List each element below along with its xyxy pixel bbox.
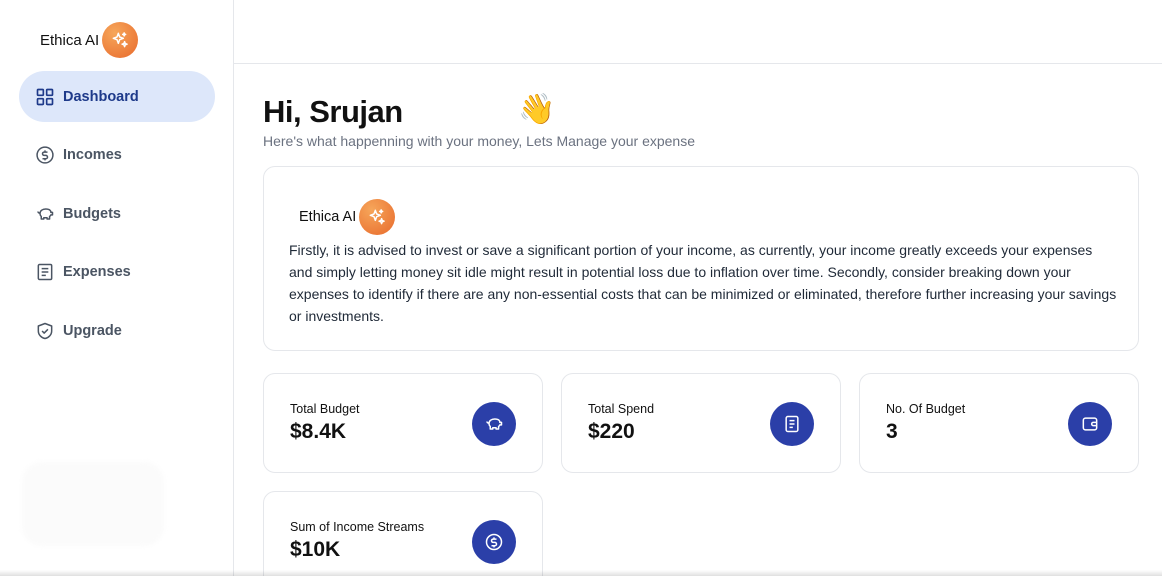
top-header bbox=[234, 0, 1162, 64]
sparkles-icon bbox=[102, 22, 139, 58]
waving-hand-icon: 👋 bbox=[518, 93, 556, 126]
piggy-bank-icon bbox=[472, 402, 516, 446]
sidebar: Ethica AI Dashboard Incomes Budgets Expe… bbox=[0, 0, 234, 576]
advice-title: Ethica AI bbox=[299, 209, 357, 225]
receipt-icon bbox=[770, 402, 814, 446]
sidebar-item-dashboard[interactable]: Dashboard bbox=[19, 71, 215, 122]
stat-card-income-streams: Sum of Income Streams $10K bbox=[263, 491, 543, 576]
window-bottom-edge bbox=[0, 570, 1162, 576]
shield-check-icon bbox=[35, 321, 55, 341]
advice-text: Firstly, it is advised to invest or save… bbox=[289, 242, 1117, 324]
stat-value: $10K bbox=[290, 538, 341, 561]
stat-label: Total Budget bbox=[290, 402, 360, 416]
sidebar-item-label: Expenses bbox=[63, 264, 131, 280]
sidebar-nav: Dashboard Incomes Budgets Expenses Upgra… bbox=[19, 71, 215, 364]
sidebar-item-expenses[interactable]: Expenses bbox=[19, 247, 215, 298]
sparkles-icon bbox=[359, 199, 396, 235]
stat-label: Total Spend bbox=[588, 402, 655, 416]
sidebar-item-budgets[interactable]: Budgets bbox=[19, 188, 215, 239]
sidebar-item-incomes[interactable]: Incomes bbox=[19, 130, 215, 181]
user-profile-card[interactable] bbox=[22, 462, 164, 546]
dashboard-icon bbox=[35, 87, 55, 107]
ai-advice-card: Ethica AI Firstly, it is advised to inve… bbox=[263, 166, 1139, 351]
wallet-icon bbox=[1068, 402, 1112, 446]
stat-card-number-of-budgets: No. Of Budget 3 bbox=[859, 373, 1139, 473]
dollar-circle-icon bbox=[35, 145, 55, 165]
stat-value: $220 bbox=[588, 420, 635, 443]
greeting-subtitle: Here's what happenning with your money, … bbox=[263, 133, 696, 149]
sidebar-item-label: Upgrade bbox=[63, 322, 122, 339]
stat-value: $8.4K bbox=[290, 420, 347, 443]
stat-label: No. Of Budget bbox=[886, 402, 966, 416]
sidebar-item-label: Dashboard bbox=[63, 88, 139, 105]
sidebar-item-upgrade[interactable]: Upgrade bbox=[19, 305, 215, 356]
stat-label: Sum of Income Streams bbox=[290, 520, 425, 534]
piggy-bank-icon bbox=[35, 204, 55, 224]
receipt-icon bbox=[35, 262, 55, 282]
brand-name: Ethica AI bbox=[40, 31, 100, 49]
stat-value: 3 bbox=[886, 420, 898, 443]
greeting-title: Hi, Srujan bbox=[263, 94, 403, 129]
advice-header: Ethica AI bbox=[299, 199, 396, 235]
stat-card-total-budget: Total Budget $8.4K bbox=[263, 373, 543, 473]
brand-logo[interactable]: Ethica AI bbox=[40, 22, 139, 58]
stat-card-total-spend: Total Spend $220 bbox=[561, 373, 841, 473]
sidebar-item-label: Incomes bbox=[63, 147, 122, 163]
dollar-circle-icon bbox=[472, 520, 516, 564]
sidebar-item-label: Budgets bbox=[63, 205, 121, 222]
